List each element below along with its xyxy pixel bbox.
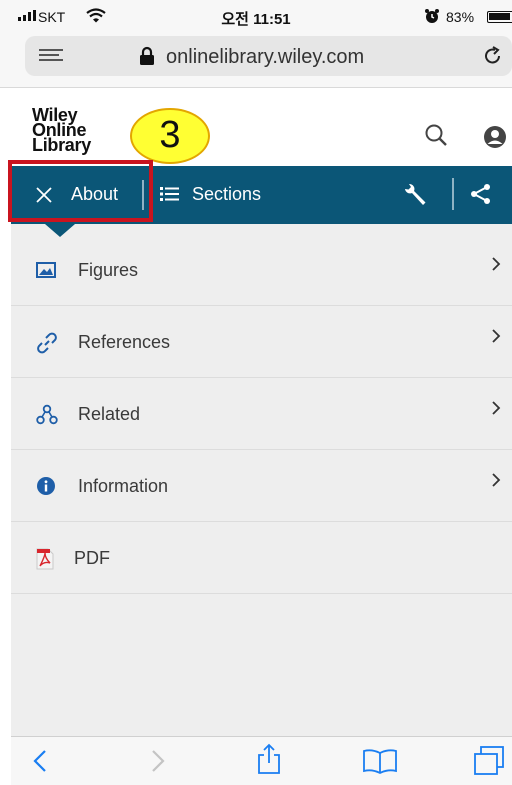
menu-item-label: Information [78, 476, 169, 496]
image-icon [36, 260, 56, 280]
menu-item-figures[interactable]: Figures [11, 234, 512, 306]
browser-toolbar [11, 736, 512, 785]
active-tab-pointer [45, 224, 75, 237]
menu-item-references[interactable]: References [11, 306, 512, 378]
chevron-right-icon [491, 472, 501, 493]
alarm-icon [424, 8, 440, 29]
link-icon [36, 332, 57, 354]
share-icon[interactable] [470, 183, 492, 210]
menu-item-label: Related [78, 404, 141, 424]
about-menu: Figures References Related Information P… [11, 224, 512, 736]
tutorial-highlight-box [8, 160, 153, 222]
forward-icon[interactable] [149, 747, 167, 780]
menu-item-information[interactable]: Information [11, 450, 512, 522]
status-bar: SKT 오전 11:51 83% [0, 0, 512, 32]
sections-tab[interactable]: Sections [154, 166, 294, 224]
tutorial-step-marker: 3 [130, 108, 210, 164]
search-icon[interactable] [424, 123, 448, 152]
account-icon[interactable] [483, 125, 507, 154]
reader-menu-icon[interactable] [39, 49, 63, 63]
menu-item-label: PDF [74, 548, 110, 568]
site-header: Wiley Online Library [11, 89, 512, 166]
menu-item-related[interactable]: Related [11, 378, 512, 450]
info-icon [36, 476, 56, 496]
nav-divider [452, 178, 454, 210]
url-text[interactable]: onlinelibrary.wiley.com [166, 46, 364, 69]
menu-item-label: References [78, 332, 171, 352]
wrench-icon[interactable] [402, 182, 428, 213]
chevron-right-icon [491, 328, 501, 349]
battery-icon [487, 11, 512, 23]
pdf-icon [35, 548, 55, 570]
battery-percent: 83% [446, 9, 475, 25]
reload-icon[interactable] [482, 45, 504, 72]
address-bar[interactable]: onlinelibrary.wiley.com [25, 36, 512, 76]
menu-item-pdf[interactable]: PDF [11, 522, 512, 594]
share-icon[interactable] [255, 743, 283, 780]
network-icon [36, 404, 58, 425]
tabs-icon[interactable] [472, 745, 506, 782]
chevron-right-icon [491, 256, 501, 277]
chevron-right-icon [491, 400, 501, 421]
wiley-online-library-logo[interactable]: Wiley Online Library [32, 106, 91, 154]
back-icon[interactable] [31, 747, 49, 780]
bookmarks-icon[interactable] [361, 747, 399, 780]
menu-item-label: Figures [78, 260, 139, 280]
browser-address-area: onlinelibrary.wiley.com [0, 32, 512, 88]
list-icon [160, 186, 180, 207]
sections-label: Sections [192, 184, 262, 204]
lock-icon [138, 46, 156, 71]
